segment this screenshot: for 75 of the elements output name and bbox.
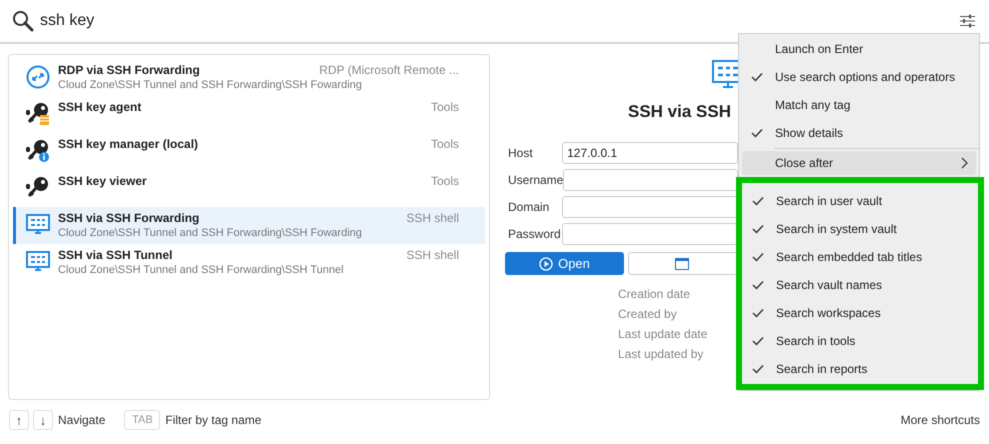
result-type: RDP (Microsoft Remote ... [319,63,459,77]
play-icon [539,256,554,270]
result-item[interactable]: SSH via SSH Tunnel SSH shell Cloud Zone\SSH Tunnel and SSH Forwarding\SSH Tunnel [13,244,485,281]
monitor-icon [26,251,50,273]
result-item[interactable]: SSH key agent Tools [13,96,485,133]
input-field[interactable] [562,223,738,245]
menu-item[interactable]: Search workspaces [740,299,978,327]
check-icon [752,308,764,318]
result-title: SSH key agent [58,100,142,114]
circle-arrows-icon [26,65,50,89]
settings-icon[interactable] [960,14,975,28]
tab-key: TAB [124,410,160,430]
search-icon [12,10,34,32]
meta-label: Created by [618,307,678,323]
result-type: Tools [430,100,459,114]
window-icon [675,258,689,270]
field-label: Host [507,146,534,160]
input-field[interactable]: 127.0.0.1 [562,142,738,164]
check-icon [752,224,764,234]
monitor-icon [26,214,50,236]
meta-label: Last updated by [618,347,704,363]
open-button[interactable]: Open [505,252,624,275]
field-label: Username [507,173,564,187]
key-icon [26,101,50,127]
monitor-icon [712,60,738,90]
menu-item[interactable]: Search in user vault [740,187,978,215]
result-title: SSH via SSH Tunnel [58,248,172,262]
result-title: SSH key viewer [58,174,147,188]
result-item[interactable]: SSH via SSH Forwarding SSH shell Cloud Zone\SSH Tunnel and SSH Forwarding\SSH Fowarding [13,207,485,244]
more-shortcuts-link[interactable]: More shortcuts [900,413,980,427]
result-title: RDP via SSH Forwarding [58,63,200,77]
menu-item[interactable]: Search in tools [740,327,978,355]
result-item[interactable]: RDP via SSH Forwarding RDP (Microsoft Remote ... Cloud Zone\SSH Tunnel and SSH Forwarding\SSH Fowarding [13,59,485,96]
check-icon [752,252,764,262]
input-field[interactable] [563,169,738,191]
submenu-item[interactable]: Close after [742,151,976,175]
result-title: SSH key manager (local) [58,137,198,151]
check-icon [752,336,764,346]
result-item[interactable]: SSH key viewer Tools [13,170,485,207]
menu-item[interactable]: Search embedded tab titles [740,243,978,271]
field-label: Domain [507,200,550,214]
navigate-hint: Navigate [58,413,106,427]
filter-hint: Filter by tag name [165,413,262,427]
up-key: ↑ [9,410,29,430]
menu-item[interactable]: Use search options and operators [739,63,979,91]
down-key: ↓ [33,410,53,430]
result-path: Cloud Zone\SSH Tunnel and SSH Forwarding\SSH Fowarding [58,227,363,239]
field-label: Password [507,227,562,241]
meta-label: Last update date [618,327,708,343]
check-icon [751,72,763,82]
input-field[interactable] [562,196,738,218]
key-icon [26,138,50,164]
result-type: SSH shell [406,211,459,225]
menu-item[interactable]: Search in reports [740,355,978,383]
result-item[interactable]: SSH key manager (local) Tools [13,133,485,170]
result-type: Tools [430,174,459,188]
search-field[interactable]: ssh key [40,12,960,30]
result-type: SSH shell [406,248,459,262]
check-icon [752,364,764,374]
check-icon [752,280,764,290]
chevron-icon [961,157,968,169]
check-icon [752,196,764,206]
result-path: Cloud Zone\SSH Tunnel and SSH Forwarding\SSH Tunnel [58,264,345,276]
result-path: Cloud Zone\SSH Tunnel and SSH Forwarding\SSH Fowarding [58,79,363,91]
window-button[interactable] [628,252,738,275]
detail-title: SSH via SSH [628,102,732,122]
menu-item[interactable]: Match any tag [739,91,979,119]
meta-label: Creation date [618,287,692,303]
check-icon [751,128,763,138]
result-type: Tools [430,137,459,151]
result-title: SSH via SSH Forwarding [58,211,200,225]
menu-item[interactable]: Search vault names [740,271,978,299]
menu-item[interactable]: Show details [739,119,979,147]
menu-item[interactable]: Launch on Enter [739,35,979,63]
menu-item[interactable]: Search in system vault [740,215,978,243]
